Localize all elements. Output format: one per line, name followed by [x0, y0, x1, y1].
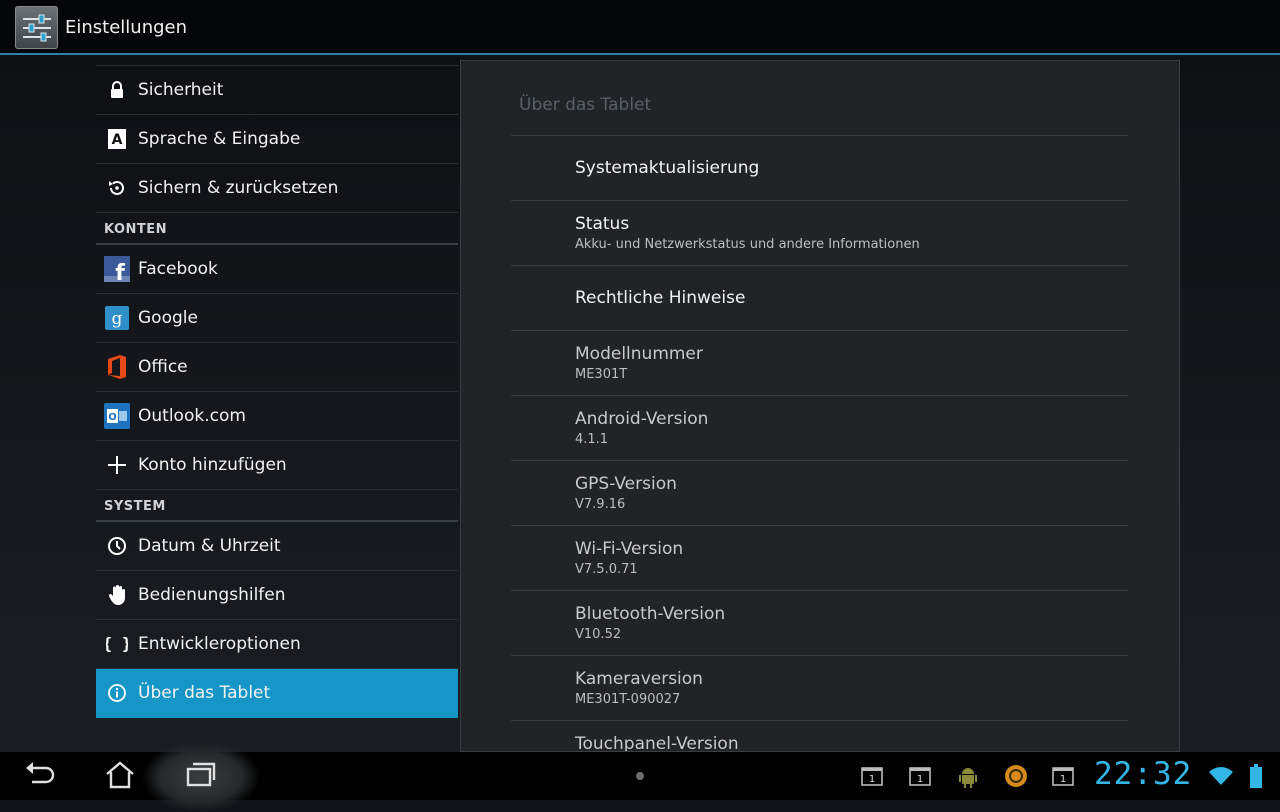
sidebar-item-date-time[interactable]: Datum & Uhrzeit [96, 522, 458, 571]
battery-icon[interactable] [1250, 764, 1262, 792]
office-icon [96, 343, 138, 391]
sidebar-item-language[interactable]: A Sprache & Eingabe [96, 115, 458, 164]
divider [511, 395, 1128, 396]
calendar-1-icon[interactable]: 1 [861, 766, 883, 790]
navigation-bar: 1 1 1 22:32 [0, 742, 1280, 812]
sidebar-item-label: Entwickleroptionen [138, 634, 301, 654]
svg-text:1: 1 [917, 774, 923, 785]
sidebar-item-label: Sicherheit [138, 80, 224, 100]
lock-icon [96, 66, 138, 114]
details-panel: Über das Tablet Systemaktualisierung Sta… [460, 60, 1180, 752]
divider [511, 200, 1128, 201]
settings-sliders-icon[interactable] [15, 6, 58, 49]
divider [511, 460, 1128, 461]
row-model-number: Modellnummer ME301T [575, 344, 703, 382]
sidebar-item-label: Sichern & zurücksetzen [138, 178, 339, 198]
restore-icon [96, 164, 138, 212]
settings-list: Sicherheit A Sprache & Eingabe Sichern &… [96, 65, 458, 718]
row-android-version[interactable]: Android-Version 4.1.1 [575, 409, 708, 447]
info-icon [96, 669, 138, 717]
sidebar-item-label: Outlook.com [138, 406, 246, 426]
divider [511, 135, 1128, 136]
row-wifi-version: Wi-Fi-Version V7.5.0.71 [575, 539, 684, 577]
page-title: Einstellungen [65, 17, 188, 38]
sidebar-item-accessibility[interactable]: Bedienungshilfen [96, 571, 458, 620]
page-indicator-dot [636, 772, 644, 780]
row-system-update[interactable]: Systemaktualisierung [575, 158, 759, 178]
outlook-icon: O [96, 392, 138, 440]
svg-text:g: g [112, 309, 123, 329]
calendar-1-icon[interactable]: 1 [909, 766, 931, 790]
svg-text:1: 1 [1060, 774, 1066, 785]
row-status[interactable]: Status Akku- und Netzwerkstatus und ande… [575, 214, 920, 252]
sidebar-item-label: Google [138, 308, 198, 328]
divider [511, 720, 1128, 721]
sidebar-item-add-account[interactable]: Konto hinzufügen [96, 441, 458, 490]
sidebar-item-about-tablet[interactable]: Über das Tablet [96, 669, 458, 718]
action-bar: Einstellungen [0, 0, 1280, 55]
svg-text:1: 1 [869, 774, 875, 785]
sidebar-item-google[interactable]: g Google [96, 294, 458, 343]
recent-apps-button[interactable] [184, 760, 218, 794]
row-gps-version: GPS-Version V7.9.16 [575, 474, 677, 512]
section-header-system: SYSTEM [96, 490, 458, 522]
recent-apps-icon [186, 762, 216, 787]
sidebar-item-facebook[interactable]: f Facebook [96, 245, 458, 294]
section-header-accounts: KONTEN [96, 213, 458, 245]
google-icon: g [96, 294, 138, 342]
sidebar-item-label: Bedienungshilfen [138, 585, 286, 605]
divider [511, 655, 1128, 656]
divider [511, 525, 1128, 526]
keyboard-a-icon: A [96, 115, 138, 163]
sidebar-item-label: Über das Tablet [138, 683, 271, 703]
clock-icon [96, 522, 138, 570]
sidebar-item-label: Office [138, 357, 188, 377]
wifi-icon[interactable] [1208, 766, 1234, 790]
calendar-1-icon[interactable]: 1 [1052, 766, 1074, 790]
row-legal[interactable]: Rechtliche Hinweise [575, 288, 745, 308]
svg-text:A: A [112, 132, 123, 148]
back-button[interactable] [24, 760, 56, 794]
svg-text:O: O [108, 412, 117, 423]
sidebar-item-office[interactable]: Office [96, 343, 458, 392]
status-clock[interactable]: 22:32 [1094, 756, 1192, 792]
row-camera-version: Kameraversion ME301T-090027 [575, 669, 703, 707]
row-touchpanel-version: Touchpanel-Version [575, 734, 739, 752]
divider [511, 330, 1128, 331]
content-area: Sicherheit A Sprache & Eingabe Sichern &… [0, 55, 1280, 752]
divider [511, 265, 1128, 266]
svg-text:f: f [115, 261, 125, 282]
sidebar-item-label: Sprache & Eingabe [138, 129, 301, 149]
sidebar-item-outlook[interactable]: O Outlook.com [96, 392, 458, 441]
sidebar-item-backup[interactable]: Sichern & zurücksetzen [96, 164, 458, 213]
divider [511, 590, 1128, 591]
sync-icon[interactable] [1004, 764, 1028, 792]
panel-title: Über das Tablet [519, 95, 652, 115]
home-icon [106, 761, 134, 789]
sidebar-item-label: Konto hinzufügen [138, 455, 287, 475]
android-icon[interactable] [958, 766, 978, 792]
row-bluetooth-version: Bluetooth-Version V10.52 [575, 604, 726, 642]
plus-icon [96, 441, 138, 489]
home-button[interactable] [104, 760, 136, 794]
sidebar-item-security[interactable]: Sicherheit [96, 66, 458, 115]
braces-icon: { } [96, 620, 138, 668]
sidebar-item-label: Facebook [138, 259, 218, 279]
sidebar-item-developer[interactable]: { } Entwickleroptionen [96, 620, 458, 669]
facebook-icon: f [96, 245, 138, 293]
hand-icon [96, 571, 138, 619]
back-arrow-icon [26, 762, 55, 784]
svg-text:{ }: { } [106, 634, 128, 653]
sidebar-item-label: Datum & Uhrzeit [138, 536, 281, 556]
